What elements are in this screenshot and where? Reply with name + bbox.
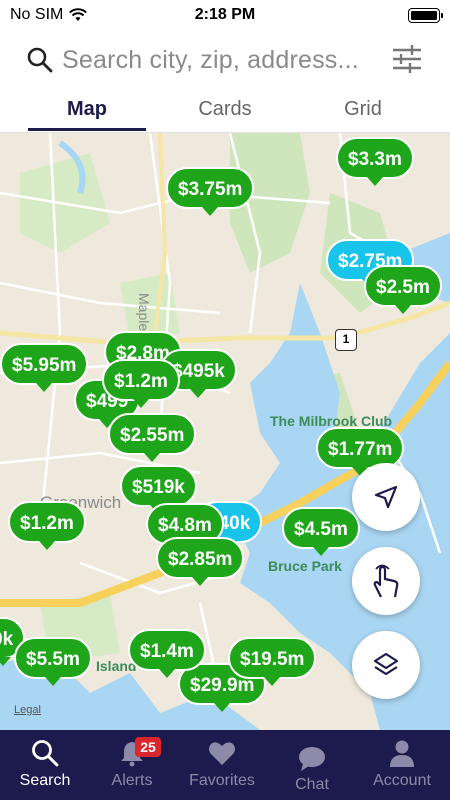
status-bar: No SIM 2:18 PM xyxy=(0,0,450,32)
alerts-count-badge: 25 xyxy=(135,737,161,757)
price-pin[interactable]: $2.55m xyxy=(108,413,197,462)
price-pin[interactable]: $2.5m xyxy=(364,265,442,314)
draw-search-button[interactable] xyxy=(352,547,420,615)
price-pin[interactable]: $2.85m xyxy=(156,537,245,586)
nav-label: Account xyxy=(373,772,431,789)
tab-map[interactable]: Map xyxy=(12,98,162,121)
chat-bubble-icon xyxy=(299,747,325,771)
user-icon xyxy=(390,740,414,767)
heart-icon xyxy=(209,742,235,765)
street-label: Maple xyxy=(136,293,152,332)
map-view[interactable]: Maple The Milbrook Club Bruce Park Green… xyxy=(0,133,450,730)
view-tabs: Map Cards Grid xyxy=(0,88,450,133)
map-layers-button[interactable] xyxy=(352,631,420,699)
nav-label: Alerts xyxy=(111,772,153,789)
nav-search[interactable]: Search xyxy=(0,730,90,800)
app-screen: No SIM 2:18 PM Search city, zip, address… xyxy=(0,0,450,800)
filter-icon[interactable] xyxy=(390,42,424,76)
nav-account[interactable]: Account xyxy=(357,730,447,800)
search-icon xyxy=(27,47,53,73)
locate-me-button[interactable] xyxy=(352,463,420,531)
layers-icon xyxy=(373,652,399,676)
price-pin[interactable]: $3.75m xyxy=(166,167,255,216)
price-pin[interactable]: $19.5m xyxy=(228,637,317,686)
nav-favorites[interactable]: Favorites xyxy=(177,730,267,800)
price-pin[interactable]: $519k xyxy=(120,465,197,514)
price-pin[interactable]: $5.95m xyxy=(0,343,89,392)
hand-pointer-icon xyxy=(373,564,399,598)
price-pin[interactable]: $3.3m xyxy=(336,137,414,186)
clock: 2:18 PM xyxy=(194,6,256,23)
nav-label: Search xyxy=(19,772,71,789)
battery-icon xyxy=(408,8,443,23)
search-input[interactable]: Search city, zip, address... xyxy=(62,46,382,75)
price-pin[interactable]: $4.5m xyxy=(282,507,360,556)
active-tab-indicator xyxy=(28,128,146,131)
tab-grid[interactable]: Grid xyxy=(288,98,438,121)
nav-label: Chat xyxy=(295,776,329,793)
nav-alerts[interactable]: 25 Alerts xyxy=(87,730,177,800)
bottom-nav: Search 25 Alerts Favorites Chat Account xyxy=(0,730,450,800)
location-arrow-icon xyxy=(374,485,398,509)
price-pin[interactable]: $1.2m xyxy=(102,359,180,408)
route-shield: 1 xyxy=(335,329,357,351)
search-bar[interactable]: Search city, zip, address... xyxy=(0,36,450,86)
nav-label: Favorites xyxy=(189,772,255,789)
nav-chat[interactable]: Chat xyxy=(267,730,357,800)
price-pin[interactable]: $5.5m xyxy=(14,637,92,686)
tab-cards[interactable]: Cards xyxy=(150,98,300,121)
price-pin[interactable]: $1.2m xyxy=(8,501,86,550)
search-icon xyxy=(32,740,59,767)
price-pin[interactable]: $1.4m xyxy=(128,629,206,678)
park-label: Bruce Park xyxy=(268,558,342,574)
legal-link[interactable]: Legal xyxy=(14,704,41,716)
